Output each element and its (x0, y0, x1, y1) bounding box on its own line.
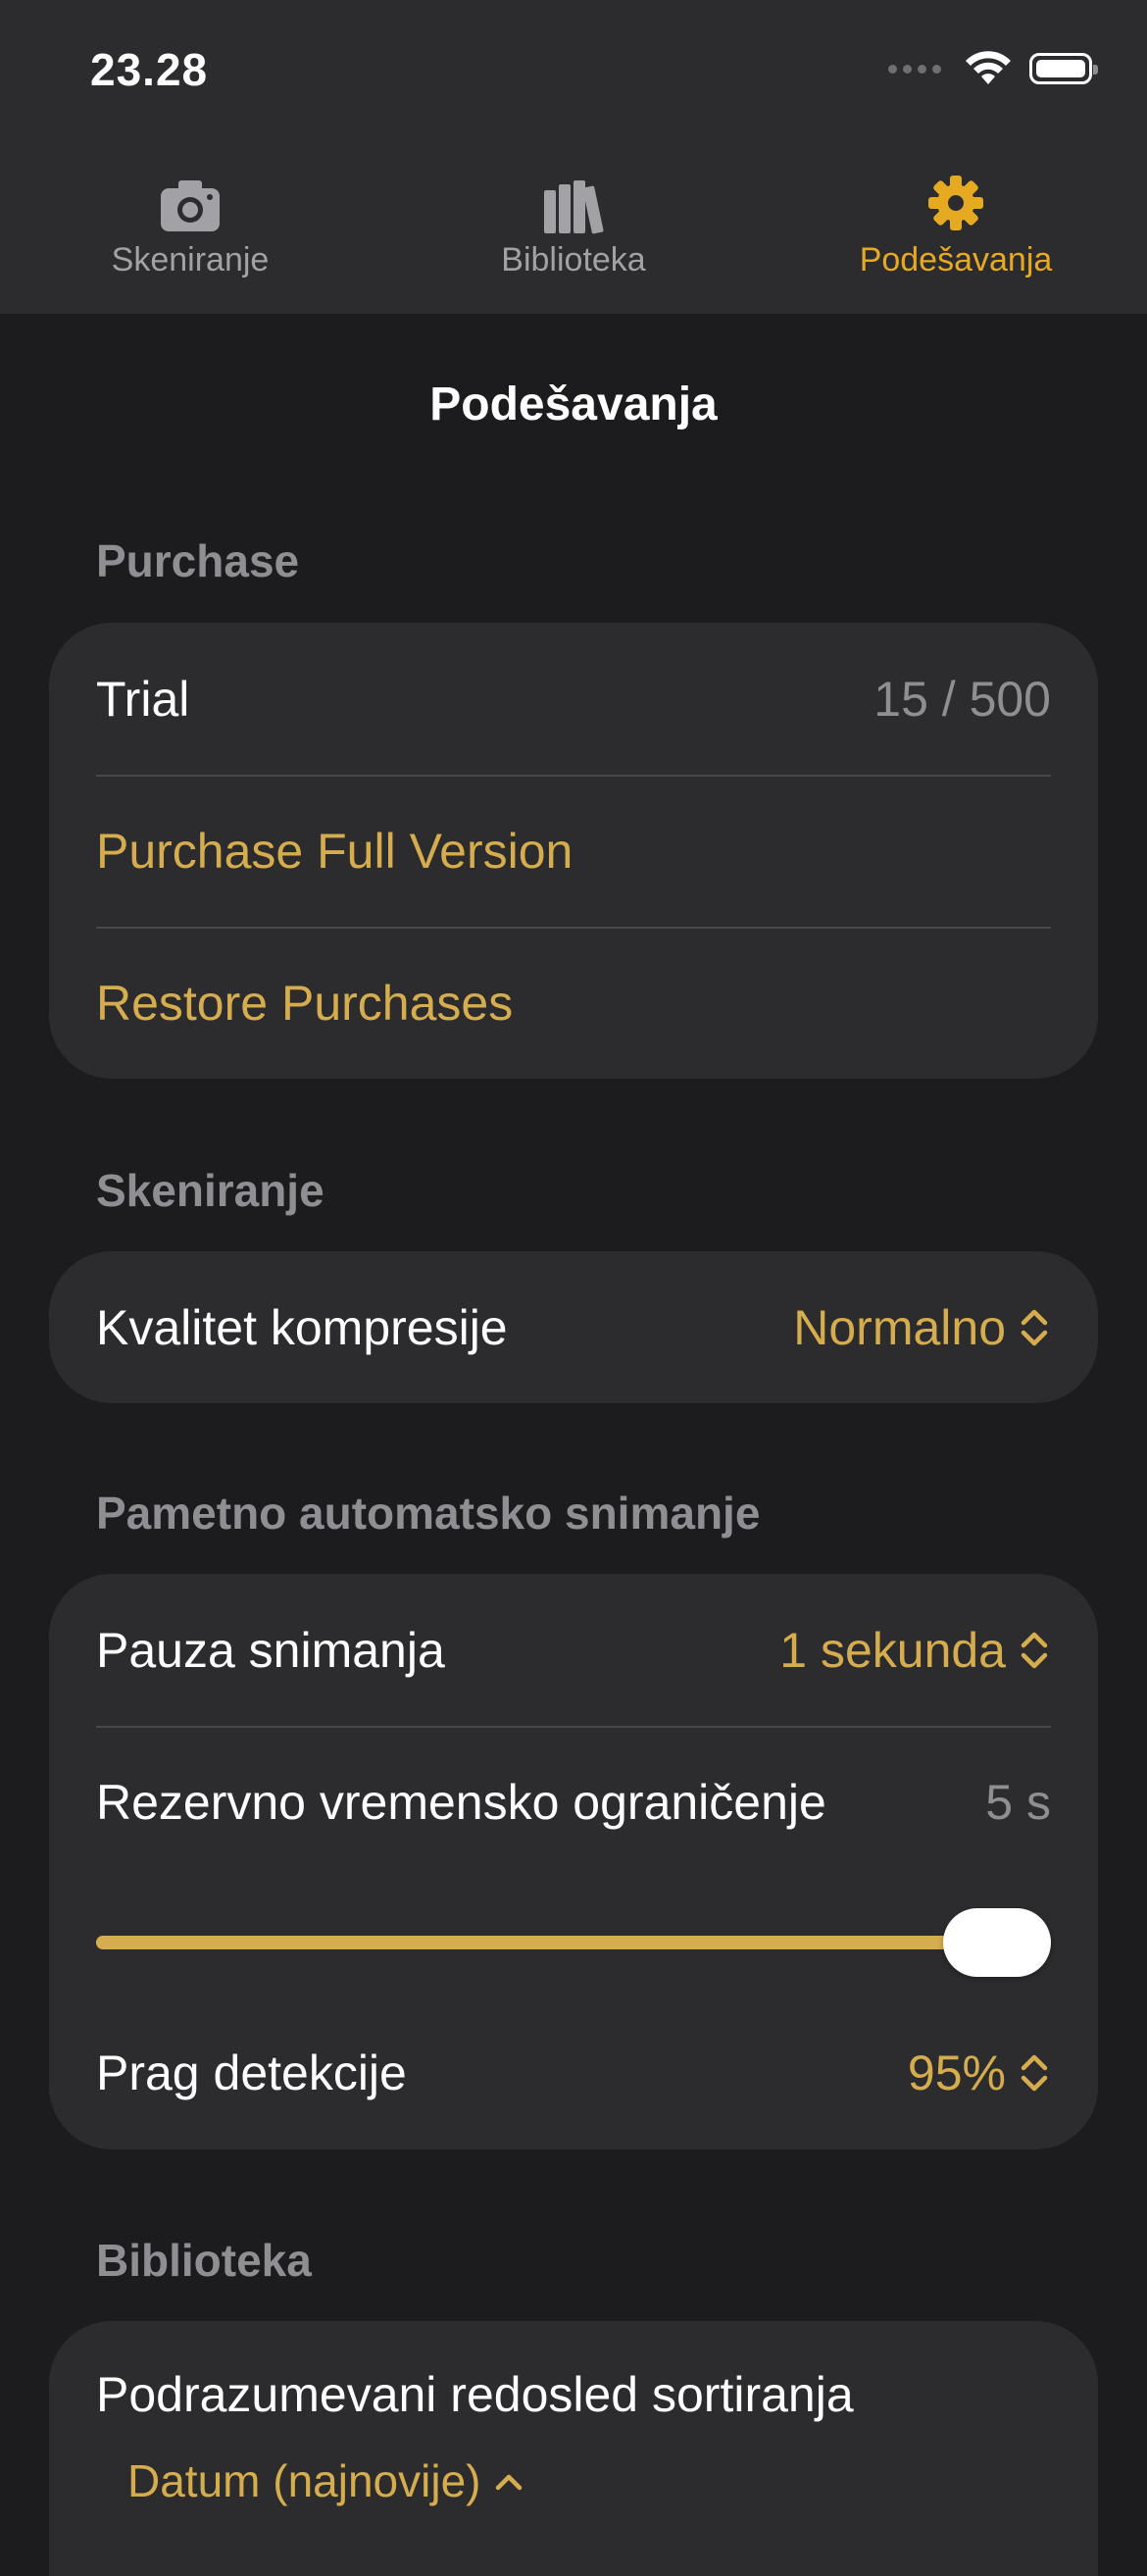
detection-threshold-row: Prag detekcije 95% (49, 1995, 1098, 2149)
chevron-up-down-icon (1021, 1309, 1048, 1345)
chevron-up-icon (496, 2474, 523, 2491)
timeout-label: Rezervno vremensko ograničenje (96, 1774, 826, 1830)
chevron-up-down-icon (1021, 2054, 1048, 2091)
scanning-card: Kvalitet kompresije Normalno (49, 1251, 1098, 1403)
restore-purchases-label: Restore Purchases (96, 975, 514, 1031)
cellular-signal-icon (888, 64, 941, 74)
camera-icon (161, 180, 220, 231)
capture-pause-label: Pauza snimanja (96, 1622, 445, 1678)
chevron-up-down-icon (1021, 1632, 1048, 1668)
smart-capture-card: Pauza snimanja 1 sekunda Rezervno vremen… (49, 1574, 1098, 2149)
capture-pause-value: 1 sekunda (779, 1622, 1006, 1678)
status-time: 23.28 (90, 44, 209, 95)
timeout-slider-thumb[interactable] (943, 1908, 1051, 1977)
books-icon (544, 180, 604, 234)
status-icons (888, 51, 1098, 86)
trial-label: Trial (96, 671, 190, 727)
sort-order-row: Podrazumevani redosled sortiranja (49, 2321, 1098, 2468)
timeout-slider-track[interactable] (96, 1908, 1051, 1977)
sort-order-picker[interactable]: Datum (najnovije) (127, 2454, 525, 2507)
tab-podesavanja[interactable]: Podešavanja (809, 167, 1103, 279)
restore-purchases-button[interactable]: Restore Purchases (49, 927, 1098, 1079)
compression-value: Normalno (793, 1299, 1006, 1355)
tab-label: Podešavanja (859, 241, 1053, 278)
tab-bar: Skeniranje Biblioteka Podešavanja (0, 157, 1147, 304)
compression-label: Kvalitet kompresije (96, 1299, 508, 1355)
trial-row: Trial 15 / 500 (49, 623, 1098, 775)
capture-pause-row: Pauza snimanja 1 sekunda (49, 1574, 1098, 1726)
sort-order-label: Podrazumevani redosled sortiranja (96, 2367, 854, 2422)
gear-icon (928, 176, 983, 230)
tab-skeniranje[interactable]: Skeniranje (43, 167, 337, 279)
library-card: Podrazumevani redosled sortiranja (49, 2321, 1098, 2576)
detection-threshold-picker[interactable]: 95% (908, 2045, 1051, 2101)
timeout-slider-row: Rezervno vremensko ograničenje 5 s (49, 1726, 1098, 1995)
capture-pause-picker[interactable]: 1 sekunda (779, 1622, 1051, 1679)
purchase-full-version-label: Purchase Full Version (96, 823, 574, 879)
section-header-scanning: Skeniranje (96, 1165, 324, 1216)
tab-label: Skeniranje (111, 241, 270, 278)
battery-icon (1029, 53, 1098, 84)
sort-order-value: Datum (najnovije) (127, 2455, 481, 2506)
timeout-value: 5 s (985, 1774, 1051, 1830)
timeout-slider-fill (96, 1936, 1051, 1949)
tab-label: Biblioteka (501, 241, 646, 278)
detection-threshold-label: Prag detekcije (96, 2045, 407, 2100)
tab-biblioteka[interactable]: Biblioteka (426, 167, 721, 279)
compression-picker[interactable]: Normalno (793, 1299, 1051, 1356)
purchase-card: Trial 15 / 500 Purchase Full Version Res… (49, 623, 1098, 1079)
trial-value: 15 / 500 (873, 671, 1051, 727)
top-bar: 23.28 Skeniranje Biblioteka Podešavanja (0, 0, 1147, 314)
detection-threshold-value: 95% (907, 2045, 1006, 2100)
purchase-full-version-button[interactable]: Purchase Full Version (49, 775, 1098, 927)
compression-row: Kvalitet kompresije Normalno (49, 1251, 1098, 1403)
wifi-icon (966, 51, 1011, 84)
section-header-smart-capture: Pametno automatsko snimanje (96, 1488, 761, 1539)
section-header-purchase: Purchase (96, 535, 300, 586)
page-title: Podešavanja (429, 379, 718, 430)
section-header-library: Biblioteka (96, 2235, 312, 2286)
